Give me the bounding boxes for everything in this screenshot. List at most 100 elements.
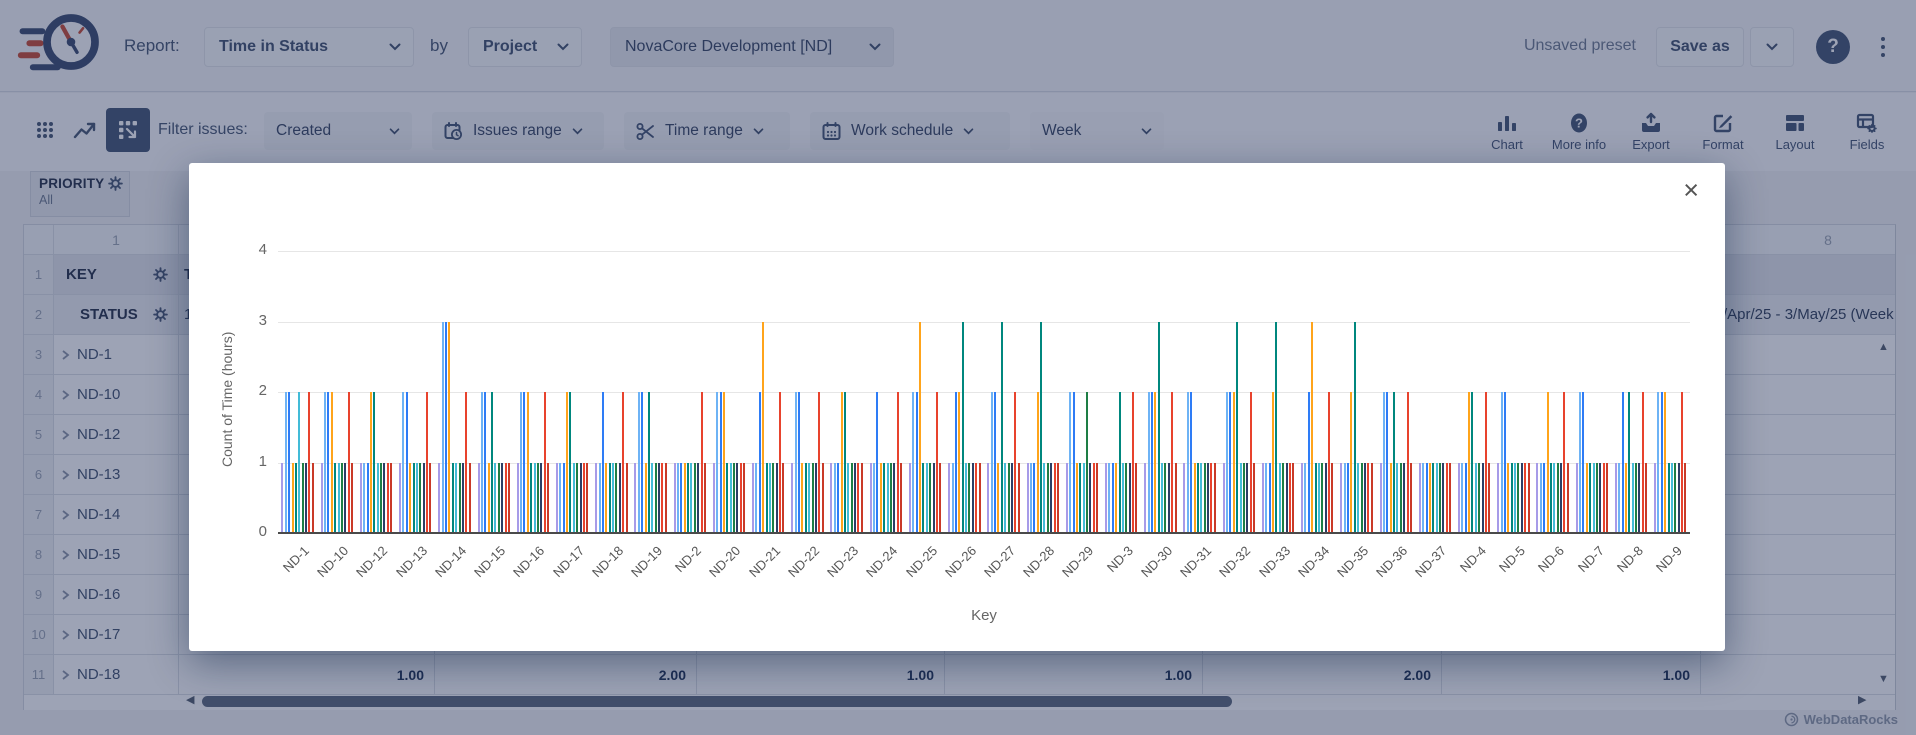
bar-dark-red [743,463,745,534]
bar-red [387,463,389,534]
bar-green [694,463,696,534]
bar-orange [880,463,882,534]
bar-dark-red [665,463,667,534]
bar-violet [713,463,715,534]
bar-teal [530,463,532,534]
bar-orange [1390,463,1392,534]
bar-blue [288,392,290,533]
close-icon[interactable]: × [1683,177,1699,204]
bar-cyan [1632,463,1634,534]
bar-green [1047,463,1049,534]
bar-blue [1190,392,1192,533]
bar-navy [1521,463,1523,534]
bar-navy [1442,463,1444,534]
bar-blue [484,392,486,533]
bar-red [1524,463,1526,534]
bar-dark-red [1606,463,1608,534]
bar-cyan [1593,463,1595,534]
bar-orange [1154,392,1156,533]
bar-sky-blue [559,463,561,534]
bar-violet [1066,463,1068,534]
bar-violet [870,463,872,534]
bar-dark-red [1371,463,1373,534]
bar-dark-red [1214,463,1216,534]
bar-blue [1622,392,1624,533]
bar-dark-red [1528,463,1530,534]
bar-green [733,463,735,534]
bar-sky-blue [1108,463,1110,534]
bar-green [341,463,343,534]
bar-orange [801,463,803,534]
bar-cyan [573,463,575,534]
bar-red [779,392,781,533]
bar-sky-blue [1344,463,1346,534]
bar-violet [281,463,283,534]
bar-orange [605,463,607,534]
bar-sky-blue [912,392,914,533]
bar-blue [759,392,761,533]
bar-cyan [416,463,418,534]
bar-teal [295,463,297,534]
bar-sky-blue [402,392,404,533]
bar-cyan [1083,463,1085,534]
bar-violet [1536,463,1538,534]
bar-sky-blue [1579,392,1581,533]
bar-red [1407,392,1409,533]
bar-cyan [1514,463,1516,534]
bar-teal [1354,322,1356,534]
bar-cluster [278,251,317,533]
bar-blue [1151,392,1153,533]
bar-dark-red [861,463,863,534]
bar-navy [1129,463,1131,534]
bar-green [1321,463,1323,534]
bar-teal [373,392,375,533]
bar-green [576,463,578,534]
bar-cluster [396,251,435,533]
bar-teal [1158,322,1160,534]
bar-cluster [906,251,945,533]
bar-green [1557,463,1559,534]
bar-blue [1229,392,1231,533]
bar-teal [1275,322,1277,534]
bar-cyan [1475,463,1477,534]
bar-navy [933,463,935,534]
bar-sky-blue [324,392,326,533]
bar-cyan [377,463,379,534]
bar-navy [423,463,425,534]
bar-sky-blue [1030,463,1032,534]
bar-cluster [1023,251,1062,533]
bar-red [348,392,350,533]
bar-dark-red [1645,463,1647,534]
bar-dark-red [547,463,549,534]
bar-cluster [1376,251,1415,533]
bar-dark-red [351,463,353,534]
bar-red [975,463,977,534]
bar-navy [972,463,974,534]
bar-cyan [651,463,653,534]
bar-teal [648,392,650,533]
bar-green [302,463,304,534]
bar-red [1132,392,1134,533]
bar-violet [1497,463,1499,534]
bar-violet [1105,463,1107,534]
bar-clusters [278,251,1690,533]
bar-navy [1678,463,1680,534]
bar-red [661,463,663,534]
bar-cyan [1436,463,1438,534]
bar-dark-red [782,463,784,534]
bar-cluster [749,251,788,533]
bar-blue [327,392,329,533]
bar-orange [1468,392,1470,533]
bar-violet [634,463,636,534]
bar-blue [955,392,957,533]
bar-teal [687,463,689,534]
bar-dark-red [1449,463,1451,534]
bar-navy [1207,463,1209,534]
bar-teal [1550,463,1552,534]
bar-green [1635,463,1637,534]
bar-dark-red [1567,463,1569,534]
bar-red [1250,392,1252,533]
bar-green [1282,463,1284,534]
bar-teal [1668,463,1670,534]
bar-navy [1011,463,1013,534]
